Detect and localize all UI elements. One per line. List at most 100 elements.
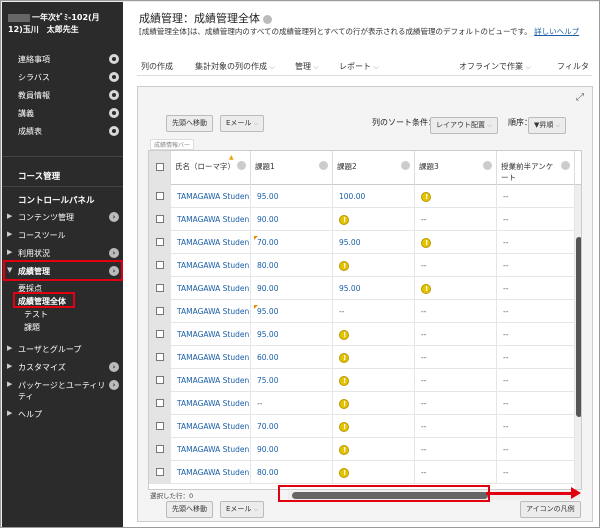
student-name-cell[interactable]: TAMAGAWA Studen: [171, 300, 251, 323]
grade-cell-t1[interactable]: 95.00: [251, 185, 333, 208]
info-icon[interactable]: [263, 14, 272, 24]
row-checkbox[interactable]: [156, 215, 164, 223]
grade-cell-t2[interactable]: [333, 369, 415, 392]
tree-item-customize[interactable]: ▶ カスタマイズ ›: [2, 358, 123, 376]
grade-cell-t2[interactable]: [333, 438, 415, 461]
column-header-survey[interactable]: 授業前半アンケート: [497, 151, 575, 185]
expand-arrow-icon[interactable]: ▶: [7, 248, 12, 256]
grade-cell-t1[interactable]: 90.00: [251, 277, 333, 300]
grade-cell-t3[interactable]: [415, 185, 497, 208]
grade-cell-t1[interactable]: 60.00: [251, 346, 333, 369]
column-header-task2[interactable]: 課題2: [333, 151, 415, 185]
grade-cell-s[interactable]: --: [497, 438, 575, 461]
row-checkbox[interactable]: [156, 192, 164, 200]
grade-cell-t1[interactable]: --: [251, 392, 333, 415]
menu-dot-icon[interactable]: [109, 90, 119, 100]
grade-cell-t3[interactable]: --: [415, 346, 497, 369]
needs-grading-icon[interactable]: [339, 328, 349, 342]
grade-cell-t2[interactable]: [333, 208, 415, 231]
table-row[interactable]: TAMAGAWA Studen 70.00 95.00 --: [149, 231, 581, 254]
chevron-right-icon[interactable]: ›: [109, 248, 119, 258]
needs-grading-icon[interactable]: [339, 374, 349, 388]
needs-grading-icon[interactable]: [421, 282, 431, 296]
reports-menu[interactable]: レポート ⌵: [339, 61, 379, 72]
grade-cell-t3[interactable]: --: [415, 438, 497, 461]
chevron-right-icon[interactable]: ›: [109, 380, 119, 390]
menu-dot-icon[interactable]: [109, 108, 119, 118]
grade-cell-s[interactable]: --: [497, 392, 575, 415]
grade-cell-s[interactable]: --: [497, 208, 575, 231]
grade-cell-t3[interactable]: --: [415, 369, 497, 392]
column-header-task3[interactable]: 課題3: [415, 151, 497, 185]
email-menu[interactable]: Eメール ⌵: [220, 115, 265, 132]
grade-cell-t2[interactable]: --: [333, 300, 415, 323]
row-checkbox[interactable]: [156, 238, 164, 246]
grade-cell-t2[interactable]: 95.00: [333, 231, 415, 254]
work-offline-menu[interactable]: オフラインで作業 ⌵: [459, 61, 531, 72]
tree-item-course-tools[interactable]: ▶ コースツール: [2, 226, 123, 244]
tree-item-help[interactable]: ▶ ヘルプ: [2, 405, 123, 423]
grade-cell-s[interactable]: --: [497, 323, 575, 346]
grade-cell-t2[interactable]: [333, 461, 415, 484]
grade-cell-t3[interactable]: --: [415, 300, 497, 323]
sort-columns-select[interactable]: レイアウト配置 ⌵: [430, 117, 498, 134]
needs-grading-icon[interactable]: [339, 213, 349, 227]
grade-cell-t2[interactable]: [333, 254, 415, 277]
vertical-scroll-thumb[interactable]: [576, 237, 581, 417]
column-menu-icon[interactable]: [401, 161, 410, 170]
grade-cell-t1[interactable]: 80.00: [251, 254, 333, 277]
move-to-top-button-bottom[interactable]: 先頭へ移動: [166, 501, 213, 518]
nav-item-announcements[interactable]: 連絡事項: [2, 50, 123, 68]
table-row[interactable]: TAMAGAWA Studen 90.00 -- --: [149, 208, 581, 231]
grade-cell-t1[interactable]: 75.00: [251, 369, 333, 392]
order-select[interactable]: ▼昇順 ⌵: [528, 117, 567, 134]
student-name-cell[interactable]: TAMAGAWA Studen: [171, 185, 251, 208]
table-row[interactable]: TAMAGAWA Studen 90.00 -- --: [149, 438, 581, 461]
grade-cell-t1[interactable]: 95.00: [251, 300, 333, 323]
menu-dot-icon[interactable]: [109, 126, 119, 136]
grade-cell-t1[interactable]: 70.00: [251, 231, 333, 254]
vertical-scrollbar[interactable]: [575, 185, 581, 489]
grade-cell-t2[interactable]: [333, 346, 415, 369]
student-name-cell[interactable]: TAMAGAWA Studen: [171, 415, 251, 438]
student-name-cell[interactable]: TAMAGAWA Studen: [171, 277, 251, 300]
needs-grading-icon[interactable]: [339, 351, 349, 365]
row-checkbox[interactable]: [156, 284, 164, 292]
course-title[interactable]: 一年次ｾﾞﾐ-102(月 12)玉川 太郎先生: [8, 12, 120, 36]
row-checkbox[interactable]: [156, 376, 164, 384]
needs-grading-icon[interactable]: [339, 420, 349, 434]
row-checkbox[interactable]: [156, 468, 164, 476]
grade-cell-t3[interactable]: [415, 277, 497, 300]
filter-button[interactable]: フィルタ: [557, 61, 589, 72]
select-all-checkbox[interactable]: [156, 163, 164, 171]
student-name-cell[interactable]: TAMAGAWA Studen: [171, 254, 251, 277]
column-menu-icon[interactable]: [319, 161, 328, 170]
grade-cell-s[interactable]: --: [497, 346, 575, 369]
grade-cell-s[interactable]: --: [497, 254, 575, 277]
column-menu-icon[interactable]: [483, 161, 492, 170]
grade-cell-t1[interactable]: 90.00: [251, 208, 333, 231]
table-row[interactable]: TAMAGAWA Studen 80.00 -- --: [149, 461, 581, 484]
manage-menu[interactable]: 管理 ⌵: [295, 61, 319, 72]
row-checkbox[interactable]: [156, 307, 164, 315]
column-header-name[interactable]: ▲ 氏名（ローマ字）: [171, 151, 251, 185]
student-name-cell[interactable]: TAMAGAWA Studen: [171, 323, 251, 346]
nav-item-grades[interactable]: 成績表: [2, 122, 123, 140]
table-row[interactable]: TAMAGAWA Studen 95.00 100.00 --: [149, 185, 581, 208]
student-name-cell[interactable]: TAMAGAWA Studen: [171, 461, 251, 484]
needs-grading-icon[interactable]: [339, 259, 349, 273]
grade-cell-t2[interactable]: 95.00: [333, 277, 415, 300]
row-checkbox[interactable]: [156, 330, 164, 338]
grade-cell-s[interactable]: --: [497, 369, 575, 392]
grade-cell-s[interactable]: --: [497, 300, 575, 323]
email-menu-bottom[interactable]: Eメール ⌵: [220, 501, 265, 518]
tree-item-packages-utilities[interactable]: ▶ パッケージとユーティリティ ›: [2, 376, 123, 404]
column-header-task1[interactable]: 課題1: [251, 151, 333, 185]
grade-cell-t2[interactable]: [333, 323, 415, 346]
expand-arrow-icon[interactable]: ▶: [7, 344, 12, 352]
table-row[interactable]: TAMAGAWA Studen 95.00 -- -- --: [149, 300, 581, 323]
row-checkbox[interactable]: [156, 399, 164, 407]
table-row[interactable]: TAMAGAWA Studen 80.00 -- --: [149, 254, 581, 277]
column-menu-icon[interactable]: [561, 161, 570, 170]
grade-cell-t1[interactable]: 70.00: [251, 415, 333, 438]
